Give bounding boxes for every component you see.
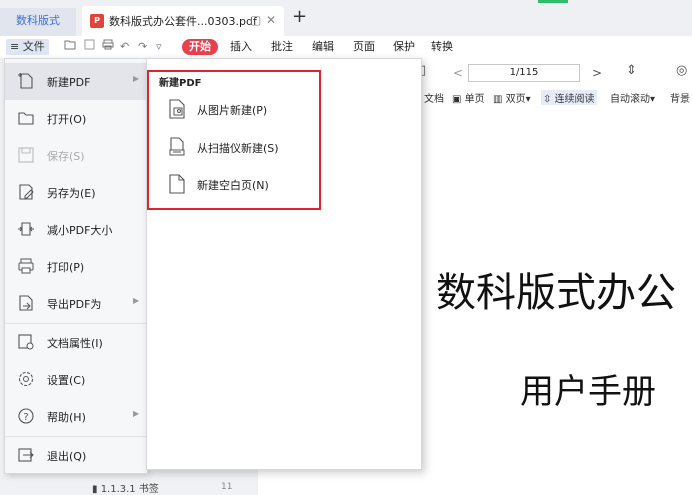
menu-item-print[interactable]: 打印(P) (5, 248, 147, 285)
tab-protect[interactable]: 保护 (393, 39, 415, 55)
quick-save-icon[interactable] (84, 39, 95, 55)
tab-document[interactable]: P 数科版式办公套件...0303.pdf ▢ ✕ (82, 6, 284, 36)
menu-bar: ≡ 文件 ↶ ↷ ▿ 开始 插入 批注 编辑 页面 保护 转换 (0, 36, 692, 58)
double-page-button[interactable]: ▥ 双页▾ (493, 90, 531, 105)
tab-home[interactable]: 数科版式 (0, 8, 76, 36)
save-as-icon (19, 184, 34, 200)
menu-item-label: 减小PDF大小 (47, 224, 113, 237)
menu-item-save-as[interactable]: 另存为(E) (5, 174, 147, 211)
page-indicator[interactable]: 1/115 (468, 64, 580, 82)
outline-item-label: 1.1.3.1 书签 (100, 484, 159, 495)
menu-item-help[interactable]: ? 帮助(H) ▶ (5, 398, 147, 435)
save-icon (18, 147, 34, 163)
properties-icon (18, 334, 34, 350)
menu-item-exit[interactable]: 退出(Q) (5, 437, 147, 474)
menu-item-settings[interactable]: 设置(C) (5, 361, 147, 398)
submenu-arrow-icon: ▶ (133, 296, 140, 305)
tab-page[interactable]: 页面 (353, 39, 375, 55)
continuous-read-label: 连续阅读 (554, 94, 595, 105)
auto-scroll-label: 自动滚动 (610, 94, 650, 105)
menu-item-label: 文档属性(I) (47, 337, 103, 350)
eye-icon[interactable]: ◎ (676, 63, 687, 78)
compress-icon (18, 222, 34, 236)
help-icon: ? (18, 408, 34, 424)
pdf-file-icon: P (90, 14, 104, 28)
tab-convert[interactable]: 转换 (431, 39, 453, 55)
menu-item-label: 帮助(H) (47, 411, 86, 424)
undo-icon[interactable]: ↶ (120, 39, 129, 55)
doc-label[interactable]: 文档 (424, 90, 444, 105)
continuous-read-button[interactable]: ⇳ 连续阅读 (541, 90, 597, 105)
quick-print-icon[interactable] (102, 39, 114, 55)
exit-icon (18, 448, 34, 462)
new-tab-button[interactable]: + (292, 6, 307, 27)
red-highlight-box (147, 70, 321, 210)
menu-item-label: 设置(C) (47, 374, 86, 387)
folder-icon (18, 112, 34, 125)
gear-icon (18, 371, 34, 387)
tab-edit[interactable]: 编辑 (312, 39, 334, 55)
double-page-label: 双页 (505, 94, 526, 105)
menu-item-label: 新建PDF (47, 76, 91, 89)
tab-insert[interactable]: 插入 (230, 39, 252, 55)
menu-item-new-pdf[interactable]: 新建PDF ▶ (5, 63, 147, 100)
tab-document-title: 数科版式办公套件...0303.pdf (109, 15, 257, 28)
customize-icon[interactable]: ▿ (156, 39, 162, 55)
tab-start[interactable]: 开始 (182, 39, 218, 55)
menu-item-save[interactable]: 保存(S) (5, 137, 147, 174)
new-pdf-icon (18, 73, 33, 89)
single-page-button[interactable]: ▣ 单页 (452, 90, 485, 105)
svg-text:?: ? (23, 412, 28, 423)
export-icon (19, 295, 33, 311)
auto-scroll-button[interactable]: 自动滚动▾ (610, 90, 655, 105)
redo-icon[interactable]: ↷ (138, 39, 147, 55)
file-menu-button[interactable]: ≡ 文件 (6, 39, 49, 55)
prev-page-button[interactable]: < (453, 66, 463, 80)
next-page-button[interactable]: > (592, 66, 602, 80)
close-tab-icon[interactable]: ✕ (266, 13, 276, 27)
single-page-label: 单页 (464, 94, 485, 105)
document-title: 数科版式办公 (436, 270, 676, 316)
file-menu-dropdown: 新建PDF ▶ 打开(O) 保存(S) 另存为(E) 减小PDF大小 打印(P)… (4, 58, 148, 474)
menu-item-properties[interactable]: 文档属性(I) (5, 324, 147, 361)
submenu-arrow-icon: ▶ (133, 74, 140, 83)
auto-scroll-icon[interactable]: ⇕ (626, 63, 637, 78)
menu-item-label: 导出PDF为 (47, 298, 102, 311)
menu-item-export[interactable]: 导出PDF为 ▶ (5, 285, 147, 322)
tab-annotate[interactable]: 批注 (271, 39, 293, 55)
menu-item-label: 退出(Q) (47, 450, 87, 463)
printer-icon (18, 258, 34, 274)
menu-item-label: 保存(S) (47, 150, 85, 163)
menu-item-label: 打印(P) (47, 261, 85, 274)
outline-item[interactable]: ▮ 1.1.3.1 书签 (92, 480, 159, 495)
open-folder-icon[interactable] (64, 39, 76, 55)
outline-page-number: 11 (221, 482, 233, 492)
menu-item-label: 另存为(E) (47, 187, 96, 200)
submenu-arrow-icon: ▶ (133, 409, 140, 418)
tab-bar: 数科版式 P 数科版式办公套件...0303.pdf ▢ ✕ + (0, 0, 692, 36)
background-button[interactable]: 背景 (670, 90, 690, 105)
menu-item-label: 打开(O) (47, 113, 87, 126)
menu-item-compress[interactable]: 减小PDF大小 (5, 211, 147, 248)
document-subtitle: 用户手册 (520, 372, 656, 412)
menu-item-open[interactable]: 打开(O) (5, 100, 147, 137)
window-accent (538, 0, 568, 3)
pin-tab-icon[interactable]: ▢ (250, 13, 261, 27)
